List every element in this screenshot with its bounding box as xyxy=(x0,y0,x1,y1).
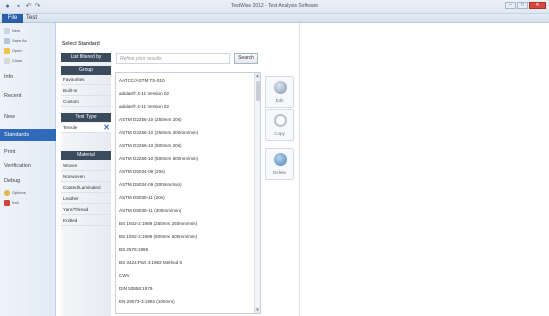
material-item-woven[interactable]: Woven xyxy=(61,161,111,171)
list-item[interactable]: BS 3424:Part 4:1982 Method 6 xyxy=(119,257,182,268)
sidebar-item-verification[interactable]: Verification xyxy=(4,160,31,172)
sidebar-item-open[interactable]: Open xyxy=(4,47,22,55)
ribbon-tabs: File Test xyxy=(0,14,549,23)
sidebar-item-exit[interactable]: Exit xyxy=(4,199,19,207)
delete-icon xyxy=(274,153,287,166)
material-item-coated-laminated[interactable]: Coated/Laminated xyxy=(61,183,111,193)
scroll-down-icon[interactable]: ▼ xyxy=(255,307,260,313)
sidebar-item-new[interactable]: New xyxy=(4,27,20,35)
tab-file[interactable]: File xyxy=(2,14,23,23)
pane-divider xyxy=(299,23,300,316)
list-item[interactable]: ASTM D5035-11 (300mm/min) xyxy=(119,205,181,216)
material-header: Material xyxy=(61,151,111,160)
search-input[interactable] xyxy=(116,53,230,64)
group-item-favourites[interactable]: Favourites xyxy=(61,75,111,85)
group-item-built-in[interactable]: Built-In xyxy=(61,86,111,96)
list-item[interactable]: ASTM D2256-10 (250mm 300mm/min) xyxy=(119,127,198,138)
sidebar-item-label: Exit xyxy=(12,200,19,205)
list-item[interactable]: AATCC/ASTM TS-010 xyxy=(119,75,165,86)
copy-icon xyxy=(274,114,287,127)
list-item[interactable]: ASTM D5034-09 (300mm/min) xyxy=(119,179,182,190)
sidebar-item-label: Save As xyxy=(12,38,27,43)
sidebar-item-label: New xyxy=(12,28,21,33)
list-item[interactable]: ASTM D2256-10 (500mm 20s) xyxy=(119,140,182,151)
scroll-up-icon[interactable]: ▲ xyxy=(255,73,260,79)
page-title: Select Standard xyxy=(62,41,100,47)
window-title: TestWise 2012 - Test Analysis Software xyxy=(230,3,319,9)
copy-button[interactable]: Copy xyxy=(265,109,294,141)
list-item[interactable]: DIN 53858:1979 xyxy=(119,283,152,294)
list-item[interactable]: BS 2576:1986 xyxy=(119,244,148,255)
sidebar-item-debug[interactable]: Debug xyxy=(4,175,20,187)
sidebar-item-save-as[interactable]: Save As xyxy=(4,37,27,45)
clear-filter-icon[interactable]: ✕ xyxy=(103,123,110,133)
test-type-label: Tensile xyxy=(63,125,78,130)
list-filtered-header: List filtered by xyxy=(61,53,111,62)
group-item-custom[interactable]: Custom xyxy=(61,97,111,107)
test-type-item-tensile[interactable]: Tensile ✕ xyxy=(61,123,111,133)
delete-button[interactable]: Delete xyxy=(265,148,294,180)
list-item[interactable]: BS 1932-2:1989 (500mm 500mm/min) xyxy=(119,231,197,242)
list-item[interactable]: ASTM D5035-11 (20s) xyxy=(119,192,165,203)
list-item[interactable]: BS 1932-2:1989 (250mm 250mm/min) xyxy=(119,218,197,229)
list-item[interactable]: ASTM D2256-10 (500mm 600mm/min) xyxy=(119,153,198,164)
material-item-knitted[interactable]: Knitted xyxy=(61,216,111,226)
new-document-icon xyxy=(4,28,10,34)
sidebar-item-label: Open xyxy=(12,48,22,53)
close-document-icon xyxy=(4,58,10,64)
copy-label: Copy xyxy=(274,131,285,136)
sidebar-item-recent[interactable]: Recent xyxy=(4,90,21,102)
sidebar-item-print[interactable]: Print xyxy=(4,146,15,158)
list-item[interactable]: adidas® 4-11 Version 02 xyxy=(119,88,169,99)
search-button[interactable]: Search xyxy=(234,53,258,64)
sidebar-item-label: Options xyxy=(12,190,26,195)
list-item[interactable]: adidas® 4-11 Version 02 xyxy=(119,101,169,112)
exit-icon xyxy=(4,200,10,206)
sidebar-item-new-section[interactable]: New xyxy=(4,111,15,123)
material-item-yarn-thread[interactable]: Yarn/Thread xyxy=(61,205,111,215)
sidebar-item-standards[interactable]: Standards xyxy=(0,129,56,141)
list-scrollbar[interactable]: ▲ ▼ xyxy=(254,73,260,313)
close-window-button[interactable]: ✕ xyxy=(529,2,546,9)
list-item[interactable]: ASTM D2256-10 (250mm 20s) xyxy=(119,114,182,125)
scroll-thumb[interactable] xyxy=(256,81,260,101)
sidebar-item-options[interactable]: Options xyxy=(4,189,26,197)
save-as-icon xyxy=(4,38,10,44)
folder-open-icon xyxy=(4,48,10,54)
sidebar-item-label: Close xyxy=(12,58,23,63)
title-bar: ● ▪ ↶ ↷ TestWise 2012 - Test Analysis So… xyxy=(0,0,549,14)
options-icon xyxy=(4,190,10,196)
edit-label: Edit xyxy=(275,98,284,103)
edit-icon xyxy=(274,81,287,94)
sidebar-item-close[interactable]: Close xyxy=(4,57,22,65)
minimize-button[interactable]: – xyxy=(505,2,516,9)
standards-list[interactable]: AATCC/ASTM TS-010 adidas® 4-11 Version 0… xyxy=(115,72,261,314)
material-item-leather[interactable]: Leather xyxy=(61,194,111,204)
list-item[interactable]: CWV xyxy=(119,270,130,281)
maximize-button[interactable]: □ xyxy=(517,2,528,9)
filter-panel: List filtered by Group Favourites Built-… xyxy=(61,53,111,316)
window-controls: – □ ✕ xyxy=(505,2,546,9)
test-type-header: Test Type xyxy=(61,113,111,122)
edit-button[interactable]: Edit xyxy=(265,76,294,108)
backstage-sidebar: New Save As Open Close Info Recent New S… xyxy=(0,23,56,316)
material-item-nonwoven[interactable]: Nonwoven xyxy=(61,172,111,182)
sidebar-item-info[interactable]: Info xyxy=(4,71,13,83)
list-item[interactable]: ASTM D5034-09 (20s) xyxy=(119,166,165,177)
list-item[interactable]: EN 29073-3:1992 (100mm) xyxy=(119,296,175,307)
group-header: Group xyxy=(61,66,111,75)
delete-label: Delete xyxy=(272,170,286,175)
tab-test[interactable]: Test xyxy=(26,14,37,23)
